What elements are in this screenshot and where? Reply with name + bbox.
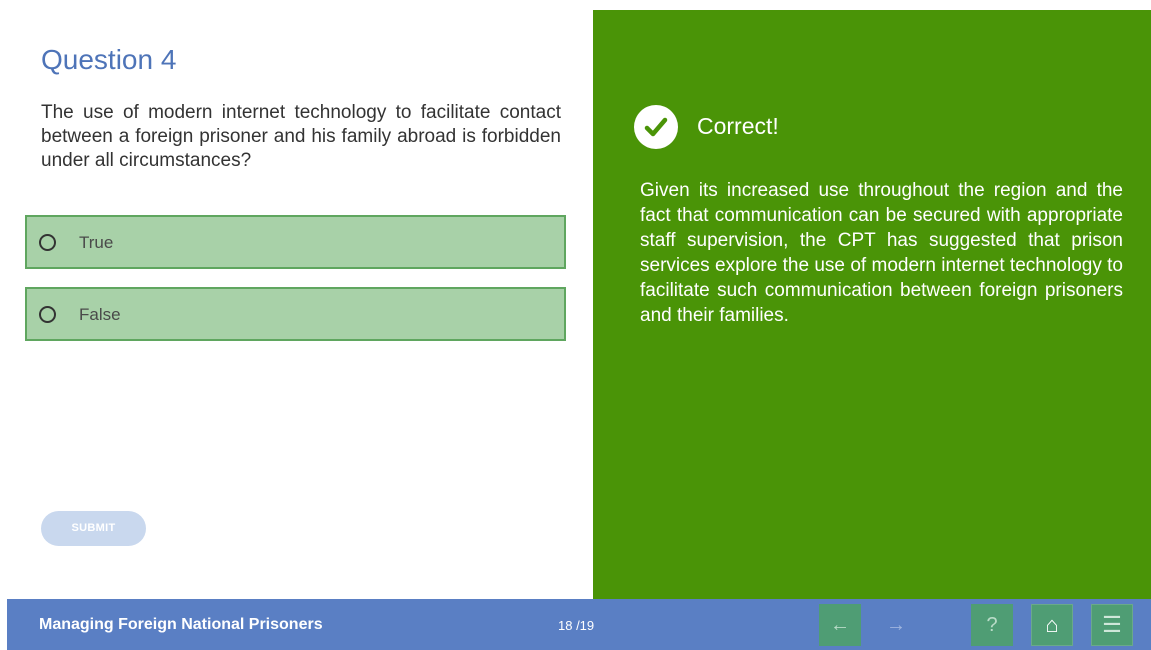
- menu-button[interactable]: ☰: [1091, 604, 1133, 646]
- option-label: False: [79, 305, 121, 324]
- radio-button[interactable]: [39, 234, 56, 251]
- arrow-left-icon: ←: [830, 613, 850, 636]
- check-circle-icon: [634, 105, 678, 149]
- question-title: Question 4: [41, 44, 177, 75]
- feedback-text: Given its increased use throughout the r…: [640, 180, 1123, 326]
- question-text: The use of modern internet technology to…: [41, 102, 561, 171]
- home-button[interactable]: ⌂: [1031, 604, 1073, 646]
- radio-button[interactable]: [39, 306, 56, 323]
- question-panel: Question 4 The use of modern internet te…: [7, 10, 593, 599]
- help-button[interactable]: ?: [971, 604, 1013, 646]
- question-icon: ?: [986, 613, 998, 636]
- prev-button[interactable]: ←: [819, 604, 861, 646]
- submit-button[interactable]: SUBMIT: [41, 511, 146, 546]
- slide-frame: Question 4 The use of modern internet te…: [7, 10, 1151, 650]
- feedback-panel: Correct! Given its increased use through…: [593, 10, 1151, 599]
- footer-bar: Managing Foreign National Prisoners 18 /…: [7, 599, 1151, 650]
- feedback-title: Correct!: [697, 113, 779, 139]
- option-false[interactable]: False: [25, 287, 566, 341]
- menu-icon: ☰: [1102, 612, 1122, 637]
- home-icon: ⌂: [1045, 612, 1059, 637]
- course-title: Managing Foreign National Prisoners: [39, 616, 323, 633]
- option-label: True: [79, 233, 114, 252]
- option-true[interactable]: True: [25, 215, 566, 269]
- next-button[interactable]: →: [875, 604, 917, 646]
- page-indicator: 18 /19: [558, 618, 595, 633]
- arrow-right-icon: →: [886, 613, 906, 636]
